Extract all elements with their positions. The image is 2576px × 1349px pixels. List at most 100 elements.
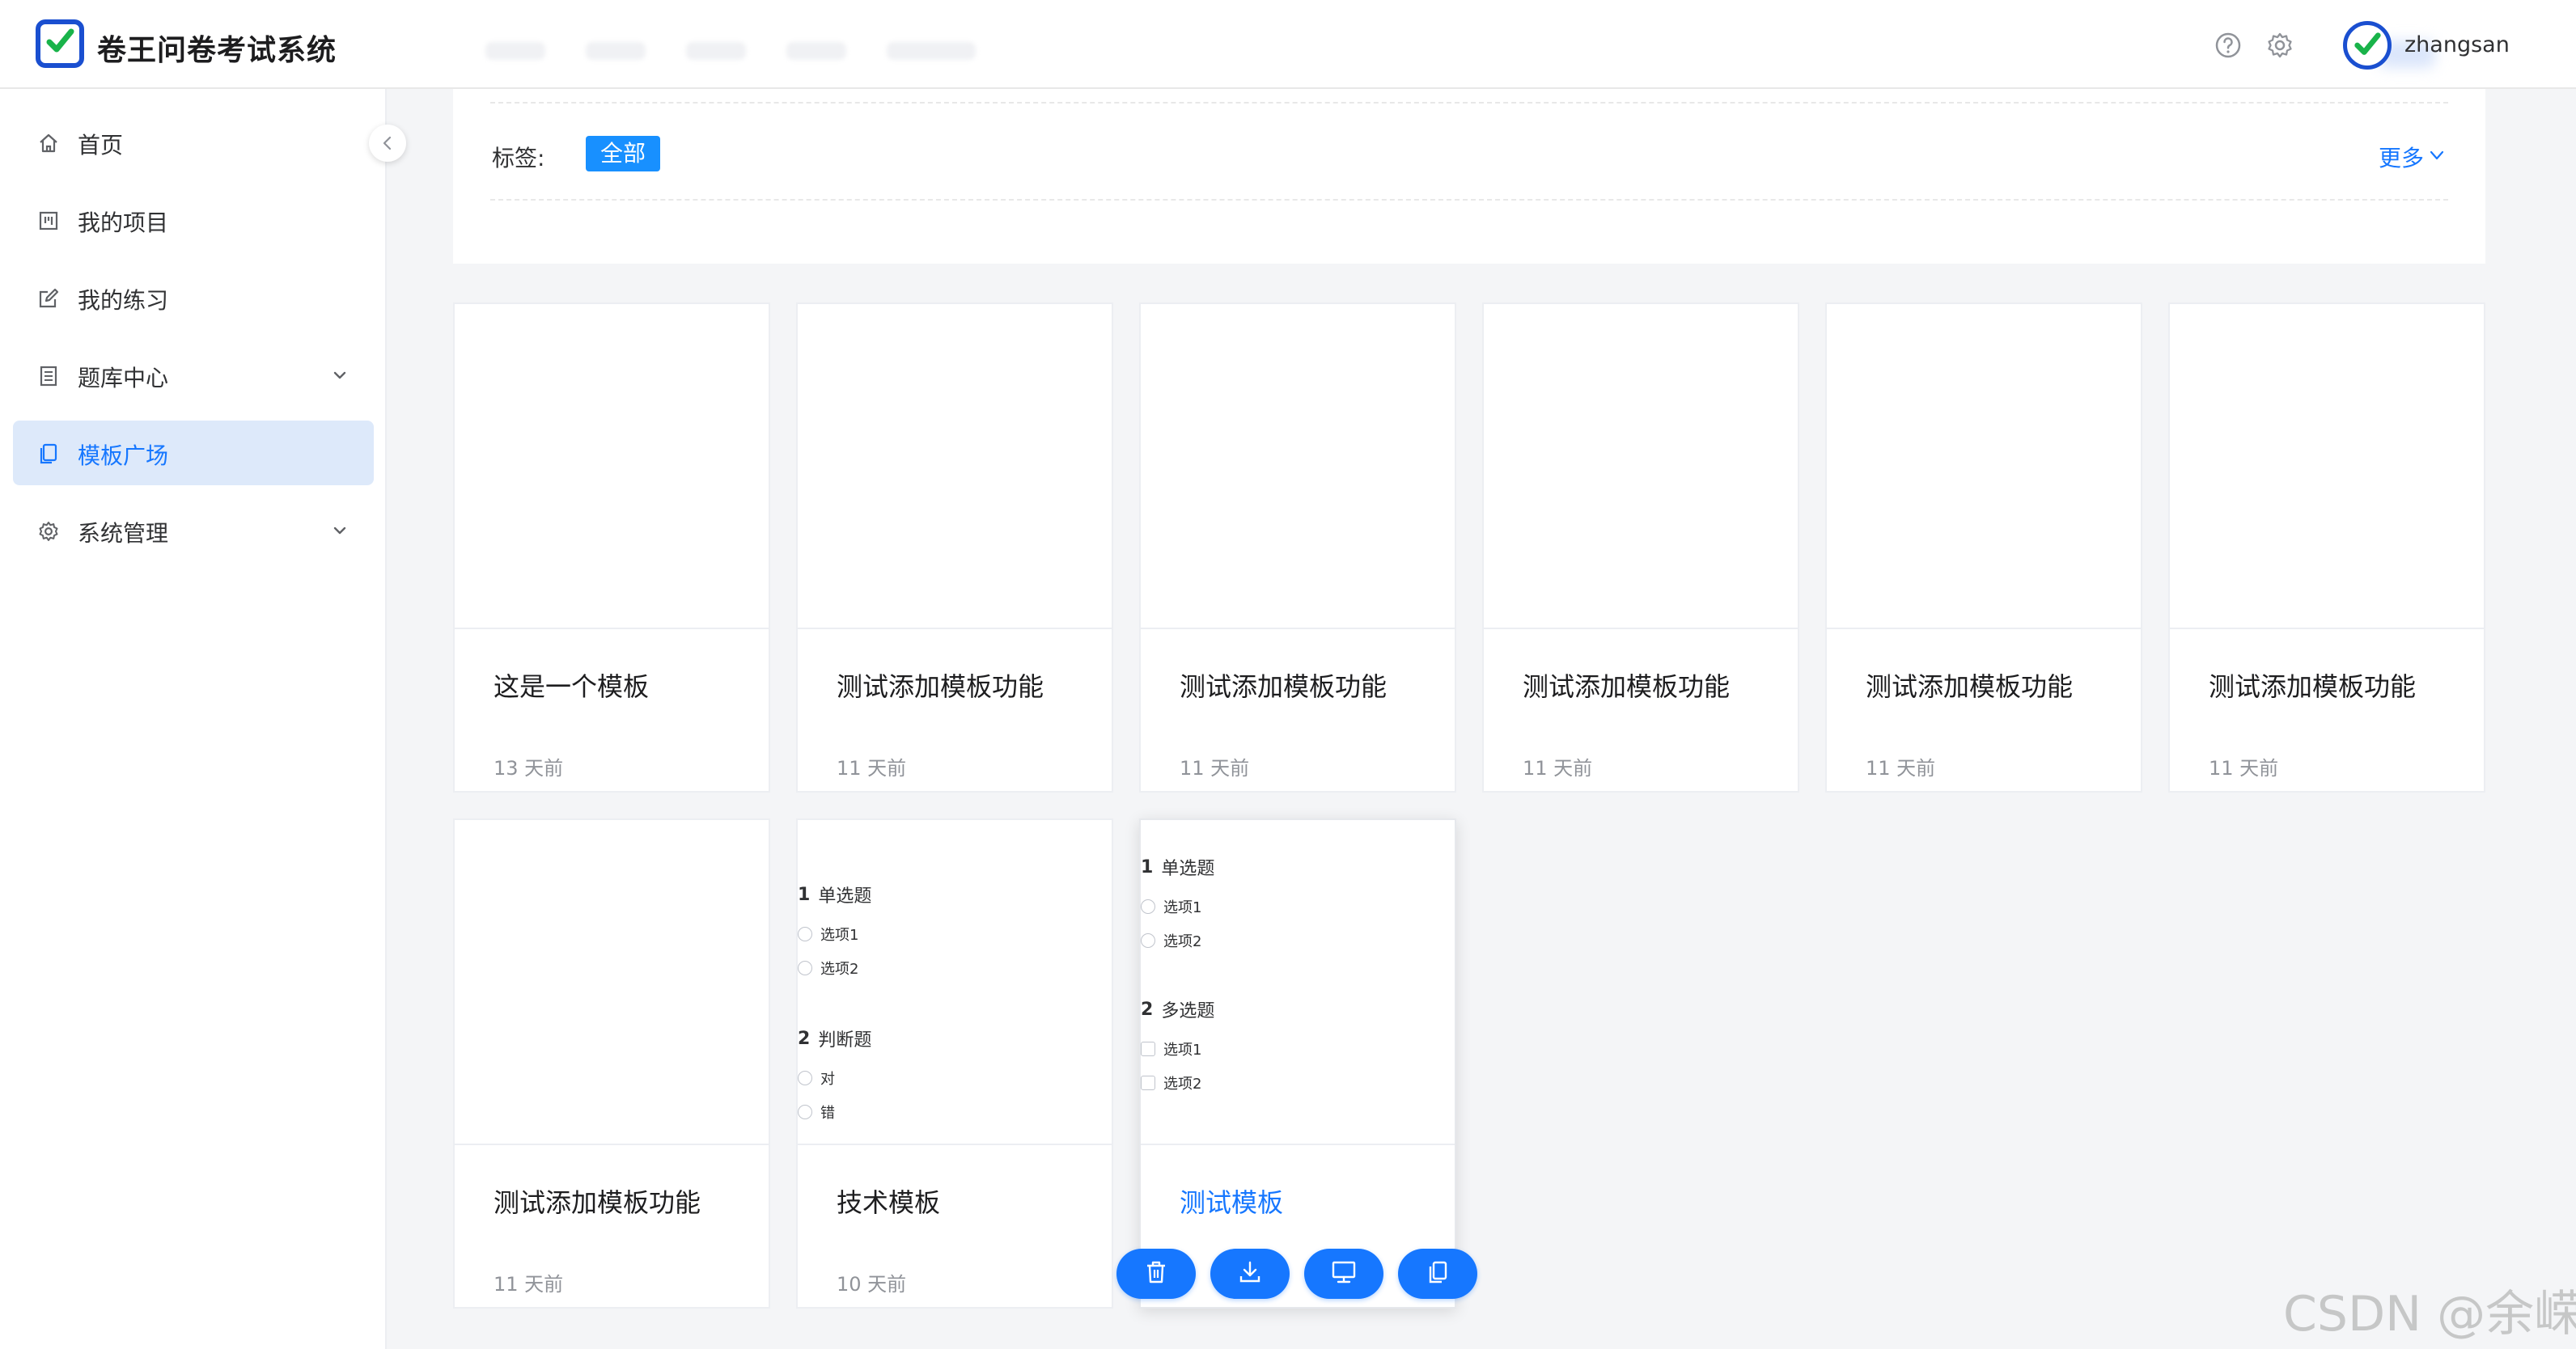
- template-time: 11 天前: [494, 1273, 564, 1296]
- divider: [1827, 628, 2141, 629]
- template-time: 13 天前: [494, 757, 564, 780]
- template-title: 测试添加模板功能: [1180, 671, 1388, 702]
- top-tab-blurred[interactable]: [586, 42, 646, 60]
- sidebar-item-projects[interactable]: 我的项目: [13, 188, 374, 252]
- project-icon: [37, 209, 60, 232]
- sidebar-item-label: 模板广场: [78, 442, 169, 469]
- sidebar-item-label: 首页: [78, 132, 124, 159]
- template-title: 测试模板: [1180, 1187, 1284, 1218]
- top-header: 卷王问卷考试系统 zhangsan: [0, 0, 2576, 89]
- card-action-bar: [1116, 1249, 1477, 1299]
- app-logo[interactable]: [36, 19, 84, 68]
- app-title: 卷王问卷考试系统: [97, 34, 337, 67]
- tag-filter-panel: 标签: 全部 更多: [453, 89, 2485, 264]
- sidebar-item-home[interactable]: 首页: [13, 110, 374, 175]
- sidebar-item-label: 我的项目: [78, 209, 169, 236]
- option-label: 选项2: [820, 961, 859, 978]
- template-card[interactable]: 测试添加模板功能 11 天前: [1482, 302, 1799, 793]
- help-icon[interactable]: [2214, 31, 2243, 60]
- sidebar-item-question-bank[interactable]: 题库中心: [13, 343, 374, 408]
- divider: [1484, 628, 1798, 629]
- top-tab-blurred[interactable]: [786, 42, 846, 60]
- more-tags-button[interactable]: 更多: [2379, 141, 2447, 173]
- template-card-hovered[interactable]: 1 单选题 选项1 选项2 2 多选题 选项1 选项2 测试模板: [1139, 818, 1456, 1309]
- sidebar-item-label: 我的练习: [78, 287, 169, 314]
- delete-button[interactable]: [1116, 1249, 1196, 1299]
- tag-all-button[interactable]: 全部: [586, 136, 660, 171]
- copy-icon: [1426, 1260, 1449, 1288]
- question-number: 1: [798, 884, 811, 905]
- divider: [798, 1144, 1112, 1145]
- divider: [455, 628, 769, 629]
- download-button[interactable]: [1210, 1249, 1290, 1299]
- divider: [455, 1144, 769, 1145]
- template-title: 测试添加模板功能: [2209, 671, 2417, 702]
- radio-icon: [798, 961, 812, 975]
- divider: [798, 628, 1112, 629]
- option-label: 选项1: [1163, 1042, 1202, 1059]
- sidebar-collapse-button[interactable]: [369, 125, 406, 162]
- checkbox-icon: [1141, 1042, 1155, 1056]
- option-label: 选项2: [1163, 933, 1202, 950]
- question-number: 2: [798, 1028, 811, 1049]
- option-label: 对: [820, 1071, 835, 1088]
- template-card[interactable]: 测试添加模板功能 11 天前: [1825, 302, 2142, 793]
- sidebar-item-system[interactable]: 系统管理: [13, 498, 374, 563]
- template-title: 这是一个模板: [494, 671, 650, 702]
- template-card[interactable]: 测试添加模板功能 11 天前: [796, 302, 1113, 793]
- top-tab-blurred[interactable]: [887, 42, 976, 60]
- preview-button[interactable]: [1304, 1249, 1383, 1299]
- more-tags-label: 更多: [2379, 145, 2425, 171]
- template-time: 10 天前: [837, 1273, 907, 1296]
- radio-icon: [1141, 899, 1155, 914]
- template-time: 11 天前: [1523, 757, 1593, 780]
- template-title: 测试添加模板功能: [494, 1187, 701, 1218]
- template-thumbnail: [455, 820, 769, 1144]
- template-card[interactable]: 测试添加模板功能 11 天前: [453, 818, 770, 1309]
- top-nav-tabs: [485, 42, 976, 60]
- gear-icon: [37, 520, 60, 543]
- question-number: 1: [1141, 856, 1154, 877]
- sidebar-item-label: 题库中心: [78, 365, 169, 391]
- avatar[interactable]: [2343, 21, 2392, 70]
- chevron-down-icon: [330, 521, 350, 540]
- template-thumbnail: [1827, 304, 2141, 628]
- top-tab-blurred[interactable]: [686, 42, 746, 60]
- preview-question: 1 单选题 选项1 选项2: [798, 882, 871, 979]
- template-thumbnail: [1484, 304, 1798, 628]
- question-title: 判断题: [818, 1030, 872, 1051]
- question-title: 单选题: [818, 886, 872, 907]
- template-card[interactable]: 测试添加模板功能 11 天前: [1139, 302, 1456, 793]
- template-card[interactable]: 这是一个模板 13 天前: [453, 302, 770, 793]
- template-title: 测试添加模板功能: [837, 671, 1044, 702]
- chevron-down-icon: [330, 366, 350, 385]
- question-title: 单选题: [1161, 859, 1215, 879]
- sidebar-item-practice[interactable]: 我的练习: [13, 265, 374, 330]
- preview-question: 2 判断题 对 错: [798, 1025, 871, 1123]
- checkbox-icon: [1141, 1076, 1155, 1090]
- sidebar-item-template-square[interactable]: 模板广场: [13, 421, 374, 485]
- template-time: 11 天前: [1180, 757, 1250, 780]
- template-time: 11 天前: [1866, 757, 1936, 780]
- template-card[interactable]: 1 单选题 选项1 选项2 2 判断题 对 错 技术模板 10 天前: [796, 818, 1113, 1309]
- home-icon: [37, 132, 60, 154]
- question-number: 2: [1141, 999, 1154, 1020]
- template-title: 测试添加模板功能: [1866, 671, 2074, 702]
- user-name[interactable]: zhangsan: [2404, 32, 2510, 57]
- template-title: 技术模板: [837, 1187, 941, 1218]
- bank-icon: [37, 365, 60, 387]
- template-card[interactable]: 测试添加模板功能 11 天前: [2168, 302, 2485, 793]
- template-thumbnail: [2170, 304, 2484, 628]
- divider: [490, 102, 2448, 104]
- template-thumbnail: [798, 304, 1112, 628]
- template-title: 测试添加模板功能: [1523, 671, 1731, 702]
- delete-icon: [1145, 1260, 1167, 1288]
- top-tab-blurred[interactable]: [485, 42, 545, 60]
- divider: [490, 199, 2448, 201]
- divider: [1141, 628, 1455, 629]
- copy-button[interactable]: [1398, 1249, 1477, 1299]
- option-label: 错: [820, 1105, 835, 1122]
- preview-question: 2 多选题 选项1 选项2: [1141, 996, 1214, 1093]
- settings-icon[interactable]: [2265, 31, 2294, 60]
- tag-filter-label: 标签:: [492, 145, 545, 171]
